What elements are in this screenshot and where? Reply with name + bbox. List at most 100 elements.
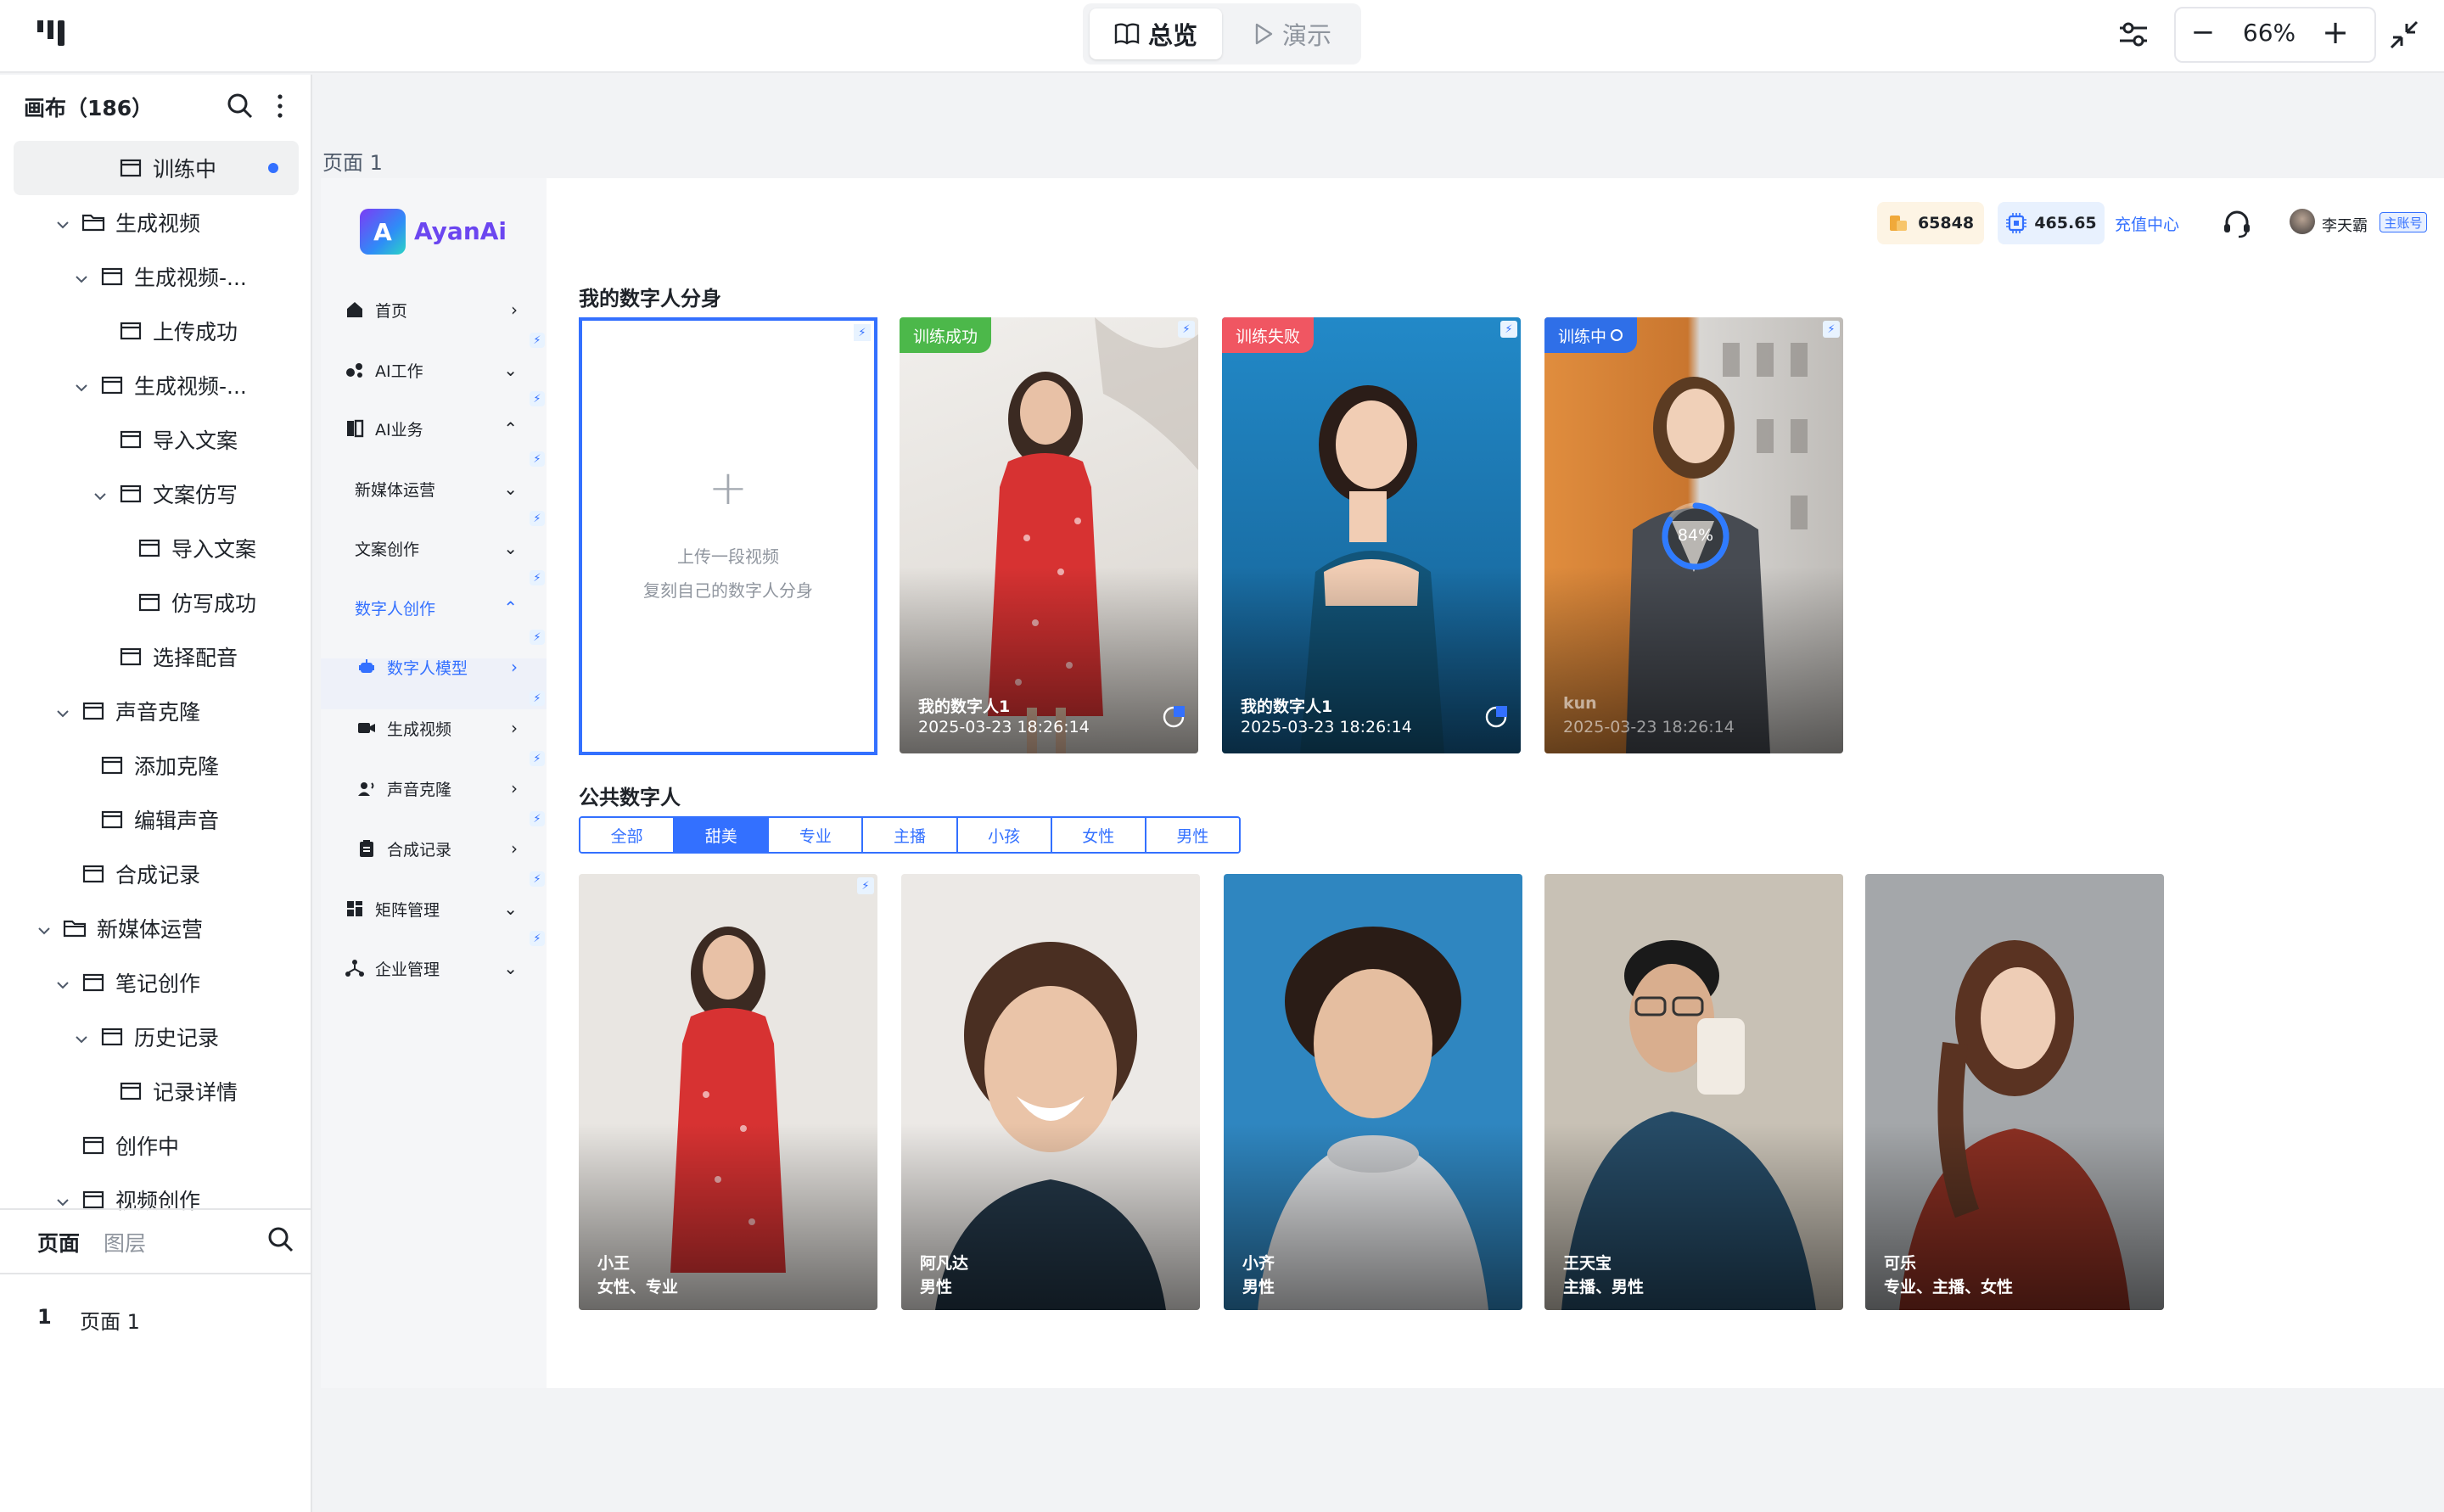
tree-item[interactable]: 文案仿写	[92, 467, 238, 521]
bolt-icon: ⚡	[1178, 321, 1195, 338]
tree-item-label: 编辑声音	[134, 809, 220, 833]
nav-item[interactable]: 生成视频 ›	[356, 711, 518, 745]
refresh-icon[interactable]	[1483, 704, 1509, 730]
filter-tab[interactable]: 主播	[863, 818, 958, 852]
tree-item[interactable]: 生成视频	[54, 195, 200, 249]
overview-mode-button[interactable]: 总览	[1090, 8, 1222, 59]
my-avatar-card[interactable]: 训练失败 ⚡ 我的数字人1 2025-03-23 18:26:14	[1222, 317, 1521, 753]
my-avatar-card[interactable]: 训练中 ⚡ 84% kun 2025-03-23 18:26:14	[1544, 317, 1843, 753]
headset-icon[interactable]	[2220, 207, 2254, 241]
tree-item-label: 文案仿写	[153, 483, 238, 507]
coin-balance[interactable]: 65848	[1877, 202, 1984, 244]
pages-search-icon[interactable]	[266, 1225, 295, 1254]
more-icon[interactable]	[270, 92, 290, 120]
tree-item[interactable]: 生成视频-...	[73, 249, 247, 304]
filter-tab[interactable]: 小孩	[957, 818, 1052, 852]
nav-label: AI工作	[375, 361, 423, 381]
tree-item[interactable]: 编辑声音	[100, 792, 219, 847]
nav-item[interactable]: 文案创作 ⌄	[355, 531, 518, 565]
nav-item[interactable]: 新媒体运营 ⌄	[355, 472, 518, 506]
tree-item[interactable]: 声音克隆	[54, 684, 200, 738]
tree-item[interactable]: 记录详情	[119, 1064, 238, 1118]
filter-tab[interactable]: 男性	[1146, 818, 1239, 852]
status-badge: 训练失败	[1222, 317, 1314, 353]
public-avatar-card[interactable]: 阿凡达 男性	[901, 874, 1200, 1310]
book-open-icon	[1114, 23, 1140, 45]
nav-item[interactable]: 声音克隆 ›	[356, 771, 518, 805]
frame-icon	[119, 429, 143, 450]
zoom-out-button[interactable]: −	[2186, 15, 2220, 49]
chevron-down-icon[interactable]	[92, 485, 109, 502]
brand-name: AyanAi	[414, 217, 507, 245]
chevron-down-icon[interactable]	[54, 974, 71, 991]
filter-tab[interactable]: 专业	[769, 818, 864, 852]
status-badge: 训练成功	[900, 317, 992, 353]
nav-item[interactable]: AI工作 ⌄	[345, 353, 518, 387]
tree-item[interactable]: 导入文案	[119, 412, 238, 467]
chevron-down-icon[interactable]	[73, 1028, 90, 1045]
nav-chevron-icon: ›	[511, 778, 518, 798]
my-avatar-card[interactable]: 训练成功 ⚡ 我的数字人1 2025-03-23 18:26:14	[900, 317, 1198, 753]
tree-item[interactable]: 导入文案	[137, 521, 256, 575]
nav-item[interactable]: AI业务 ⌃	[345, 412, 518, 445]
user-name[interactable]: 李天霸	[2322, 214, 2368, 236]
chevron-down-icon[interactable]	[73, 377, 90, 394]
tab-pages[interactable]: 页面	[37, 1227, 80, 1257]
nav-item[interactable]: 数字人模型 ›	[356, 650, 518, 684]
public-avatar-card[interactable]: 可乐 专业、主播、女性	[1865, 874, 2164, 1310]
nav-label: 声音克隆	[387, 780, 452, 799]
filter-tab[interactable]: 甜美	[675, 818, 770, 852]
tree-item[interactable]: 历史记录	[73, 1010, 219, 1064]
compute-balance[interactable]: 465.65	[1998, 202, 2105, 244]
public-avatar-card[interactable]: 王天宝 主播、男性	[1544, 874, 1843, 1310]
refresh-icon[interactable]	[1161, 704, 1186, 730]
nav-chevron-icon: ⌃	[503, 418, 518, 439]
filter-tab[interactable]: 女性	[1051, 818, 1146, 852]
nav-item[interactable]: 合成记录 ›	[356, 832, 518, 865]
recharge-link[interactable]: 充值中心	[2115, 212, 2179, 235]
tree-item[interactable]: 选择配音	[119, 630, 238, 684]
status-label: 训练成功	[913, 327, 978, 346]
frame-label[interactable]: 页面 1	[322, 146, 383, 176]
play-icon	[1255, 23, 1273, 45]
tree-item[interactable]: 创作中	[81, 1118, 179, 1173]
filter-tab[interactable]: 全部	[580, 818, 675, 852]
tab-layers[interactable]: 图层	[104, 1227, 146, 1257]
chevron-down-icon[interactable]	[54, 703, 71, 720]
tree-item[interactable]: 视频创作	[54, 1173, 200, 1227]
nav-item[interactable]: 矩阵管理 ⌄	[345, 892, 518, 926]
user-avatar[interactable]	[2290, 209, 2315, 234]
tree-item[interactable]: 笔记创作	[54, 955, 200, 1010]
collapse-icon[interactable]	[2386, 17, 2422, 53]
nav-item[interactable]: 首页 ›	[345, 293, 518, 327]
page-item[interactable]: 页面 1	[80, 1305, 140, 1335]
tree-item[interactable]: 仿写成功	[137, 575, 256, 630]
tree-item[interactable]: 训练中	[119, 141, 216, 195]
tree-item-label: 选择配音	[153, 646, 238, 670]
canvas-title: 画布（186）	[24, 96, 154, 120]
chevron-down-icon[interactable]	[54, 214, 71, 231]
bolt-icon: ⚡	[530, 931, 545, 946]
nav-item[interactable]: 企业管理 ⌄	[345, 951, 518, 985]
chevron-down-icon[interactable]	[73, 268, 90, 285]
public-avatar-card[interactable]: 小齐 男性	[1224, 874, 1522, 1310]
tree-item-label: 合成记录	[115, 863, 201, 888]
public-avatar-card[interactable]: ⚡ 小王 女性、专业	[579, 874, 877, 1310]
tree-item[interactable]: 添加克隆	[100, 738, 219, 792]
chevron-down-icon[interactable]	[54, 1191, 71, 1208]
tree-item[interactable]: 上传成功	[119, 304, 238, 358]
bolt-icon: ⚡	[530, 570, 545, 585]
chevron-down-icon[interactable]	[36, 920, 53, 937]
search-icon[interactable]	[226, 92, 255, 120]
app-logo[interactable]	[37, 19, 71, 49]
present-mode-button[interactable]: 演示	[1230, 8, 1354, 59]
tree-item[interactable]: 新媒体运营	[36, 901, 203, 955]
settings-sliders-icon[interactable]	[2116, 17, 2150, 51]
zoom-level[interactable]: 66%	[2232, 15, 2307, 49]
spinner-icon	[1611, 329, 1623, 341]
nav-item[interactable]: 数字人创作 ⌃	[355, 591, 518, 624]
upload-video-card[interactable]: + 上传一段视频 复刻自己的数字人分身 ⚡	[579, 317, 877, 755]
tree-item[interactable]: 合成记录	[81, 847, 200, 901]
tree-item[interactable]: 生成视频-...	[73, 358, 247, 412]
zoom-in-button[interactable]: +	[2318, 14, 2352, 51]
